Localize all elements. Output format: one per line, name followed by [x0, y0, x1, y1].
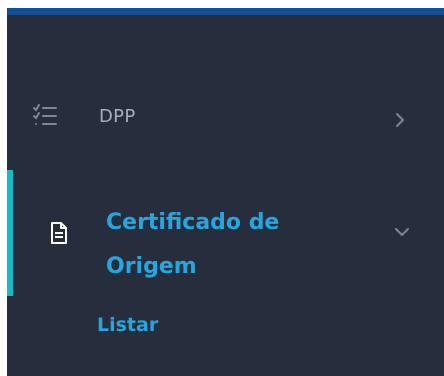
sidebar-item-label: DPP: [99, 106, 136, 127]
submenu-item-listar[interactable]: Listar: [7, 308, 444, 352]
chevron-down-icon: [394, 226, 410, 238]
sidebar: DPP Certificado de Origem Listar: [7, 8, 444, 376]
top-accent-bar: [7, 8, 444, 15]
active-indicator: [7, 170, 13, 296]
sidebar-item-certificado-de-origem[interactable]: Certificado de Origem: [7, 170, 444, 296]
sidebar-item-label: Certificado de Origem: [106, 210, 280, 279]
sidebar-item-dpp[interactable]: DPP: [7, 76, 444, 150]
chevron-right-icon: [394, 112, 406, 128]
document-icon: [50, 222, 68, 244]
checklist-icon: [33, 104, 57, 126]
submenu-item-label: Listar: [97, 314, 159, 336]
page: DPP Certificado de Origem Listar: [0, 0, 444, 376]
